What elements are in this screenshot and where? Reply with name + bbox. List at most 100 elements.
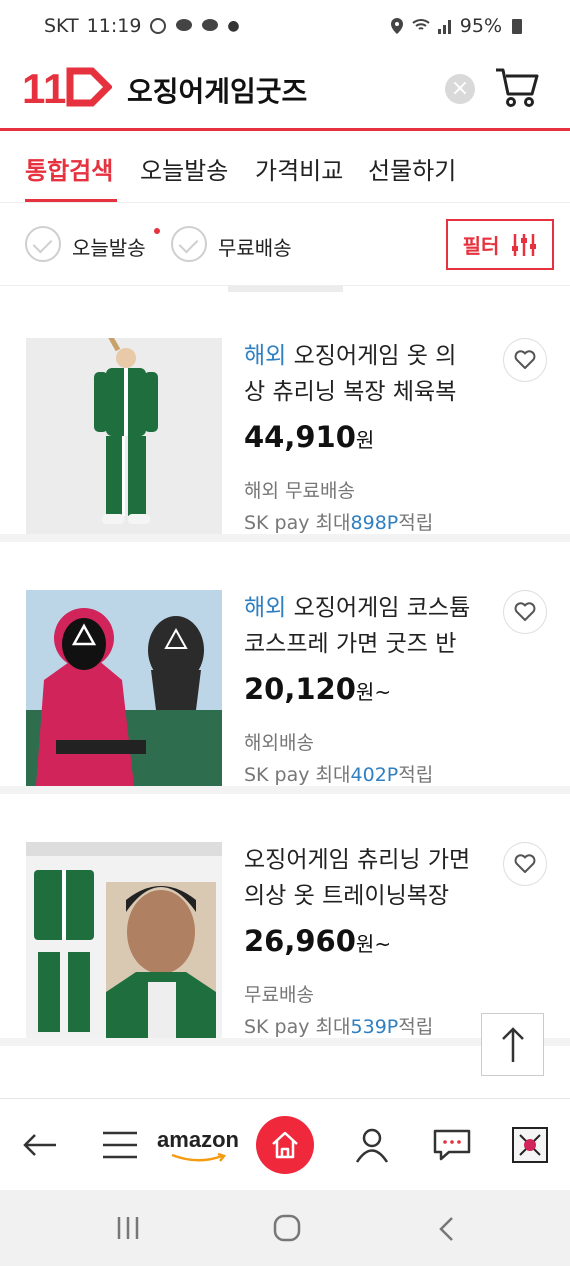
product-image[interactable] bbox=[26, 590, 222, 786]
product-image[interactable] bbox=[26, 338, 222, 534]
carrier: SKT bbox=[44, 15, 79, 37]
product-title[interactable]: 해외 오징어게임 코스튬 코스프레 가면 굿즈 반 bbox=[244, 590, 492, 662]
heart-icon bbox=[514, 854, 536, 873]
overseas-tag: 해외 bbox=[244, 343, 287, 369]
user-icon bbox=[355, 1128, 389, 1163]
active-tab-indicator bbox=[25, 199, 117, 202]
won-chat-icon bbox=[176, 19, 193, 31]
home-nav-icon[interactable] bbox=[273, 1214, 301, 1242]
product-price: 44,910원 bbox=[244, 420, 374, 454]
free-ship-checkbox[interactable] bbox=[171, 226, 207, 262]
free-ship-label[interactable]: 무료배송 bbox=[218, 232, 292, 261]
notification-icon bbox=[150, 18, 167, 34]
tab-gift[interactable]: 선물하기 bbox=[368, 151, 456, 186]
recent-view-button[interactable] bbox=[508, 1121, 552, 1169]
today-ship-checkbox[interactable] bbox=[25, 226, 61, 262]
product-title-line1: 오징어게임 코스튬 bbox=[293, 595, 471, 621]
product-title[interactable]: 오징어게임 츄리닝 가면 의상 옷 트레이닝복장 bbox=[244, 842, 492, 914]
back-button[interactable] bbox=[18, 1121, 62, 1169]
product-item[interactable]: 오징어게임 츄리닝 가면 의상 옷 트레이닝복장 26,960원~ 무료배송 S… bbox=[0, 794, 570, 1046]
price-value: 44,910 bbox=[244, 420, 356, 454]
wishlist-button[interactable] bbox=[503, 590, 547, 634]
bottom-nav: amazon bbox=[0, 1098, 570, 1190]
tab-today-ship[interactable]: 오늘발송 bbox=[140, 151, 228, 186]
product-price: 26,960원~ bbox=[244, 924, 391, 958]
chat-icon bbox=[433, 1129, 471, 1161]
search-input[interactable]: 오징어게임굿즈 bbox=[127, 70, 307, 110]
heart-icon bbox=[514, 350, 536, 369]
pay-suffix: 적립 bbox=[398, 1016, 434, 1038]
11st-logo[interactable]: 11 bbox=[22, 65, 112, 109]
logo-text: 11 bbox=[22, 65, 66, 109]
talk-icon bbox=[202, 19, 219, 31]
clock: 11:19 bbox=[86, 15, 142, 37]
search-tabs: 통합검색 오늘발송 가격비교 선물하기 bbox=[0, 131, 570, 203]
price-value: 26,960 bbox=[244, 924, 356, 958]
product-title-line2: 의상 옷 트레이닝복장 bbox=[244, 883, 450, 909]
home-button[interactable] bbox=[256, 1116, 314, 1174]
wishlist-button[interactable] bbox=[503, 842, 547, 886]
filter-button-label: 필터 bbox=[462, 234, 500, 258]
sk-pay-points: SK pay 최대898P적립 bbox=[244, 508, 433, 535]
filter-row: 오늘발송 무료배송 필터 bbox=[0, 204, 570, 286]
hamburger-icon bbox=[103, 1131, 137, 1159]
points-value: 539P bbox=[350, 1016, 399, 1038]
product-item[interactable]: 해외 오징어게임 코스튬 코스프레 가면 굿즈 반 20,120원~ 해외배송 … bbox=[0, 542, 570, 794]
status-bar: SKT 11:19 ● 95% bbox=[0, 0, 570, 52]
shipping-info: 해외 무료배송 bbox=[244, 480, 355, 502]
back-nav-icon[interactable] bbox=[437, 1216, 455, 1242]
close-icon: × bbox=[450, 76, 470, 101]
battery-icon bbox=[512, 19, 522, 34]
tab-price-compare[interactable]: 가격비교 bbox=[255, 151, 343, 186]
pay-prefix: SK pay 최대 bbox=[244, 764, 351, 786]
product-price: 20,120원~ bbox=[244, 672, 391, 706]
signal-icon bbox=[437, 20, 451, 34]
sk-pay-points: SK pay 최대402P적립 bbox=[244, 760, 433, 787]
points-value: 402P bbox=[350, 764, 399, 786]
pay-suffix: 적립 bbox=[398, 512, 434, 534]
price-unit: 원 bbox=[355, 428, 375, 452]
pay-prefix: SK pay 최대 bbox=[244, 512, 351, 534]
product-title-line2: 상 츄리닝 복장 체육복 bbox=[244, 379, 457, 405]
overseas-tag: 해외 bbox=[244, 595, 287, 621]
recent-apps-icon[interactable] bbox=[116, 1216, 140, 1240]
battery-percent: 95% bbox=[459, 15, 502, 37]
clear-search-button[interactable]: × bbox=[445, 74, 475, 104]
amazon-label: amazon bbox=[157, 1127, 239, 1152]
today-ship-label[interactable]: 오늘발송 bbox=[72, 232, 146, 261]
sk-pay-points: SK pay 최대539P적립 bbox=[244, 1012, 433, 1039]
product-image[interactable] bbox=[26, 842, 222, 1038]
product-title[interactable]: 해외 오징어게임 옷 의 상 츄리닝 복장 체육복 bbox=[244, 338, 492, 410]
wishlist-button[interactable] bbox=[503, 338, 547, 382]
amazon-button[interactable]: amazon bbox=[156, 1121, 240, 1169]
home-icon bbox=[272, 1131, 298, 1159]
recent-item-thumbnail-icon bbox=[512, 1127, 548, 1163]
wifi-icon bbox=[412, 19, 430, 30]
arrow-up-icon bbox=[501, 1026, 524, 1062]
scroll-top-button[interactable] bbox=[481, 1013, 544, 1076]
more-dot-icon: ● bbox=[227, 18, 240, 34]
shipping-info: 해외배송 bbox=[244, 732, 314, 754]
menu-button[interactable] bbox=[100, 1121, 140, 1169]
sliders-icon bbox=[512, 233, 537, 256]
back-arrow-icon bbox=[23, 1134, 56, 1156]
points-value: 898P bbox=[350, 512, 399, 534]
price-unit: 원~ bbox=[355, 932, 392, 956]
pay-suffix: 적립 bbox=[398, 764, 434, 786]
amazon-smile-icon bbox=[171, 1153, 227, 1162]
location-icon bbox=[390, 18, 403, 34]
heart-icon bbox=[514, 602, 536, 621]
pay-prefix: SK pay 최대 bbox=[244, 1016, 351, 1038]
cart-icon[interactable] bbox=[494, 64, 540, 110]
new-badge-dot bbox=[154, 228, 160, 234]
product-item[interactable]: 해외 오징어게임 옷 의 상 츄리닝 복장 체육복 44,910원 해외 무료배… bbox=[0, 290, 570, 542]
price-unit: 원~ bbox=[355, 680, 392, 704]
product-title-line2: 코스프레 가면 굿즈 반 bbox=[244, 631, 457, 657]
tab-integrated-search[interactable]: 통합검색 bbox=[25, 151, 113, 186]
my-page-button[interactable] bbox=[350, 1121, 394, 1169]
price-value: 20,120 bbox=[244, 672, 356, 706]
system-nav-bar bbox=[0, 1190, 570, 1266]
filter-button[interactable]: 필터 bbox=[446, 219, 554, 270]
chat-button[interactable] bbox=[430, 1121, 474, 1169]
product-title-line1: 오징어게임 옷 의 bbox=[293, 343, 457, 369]
